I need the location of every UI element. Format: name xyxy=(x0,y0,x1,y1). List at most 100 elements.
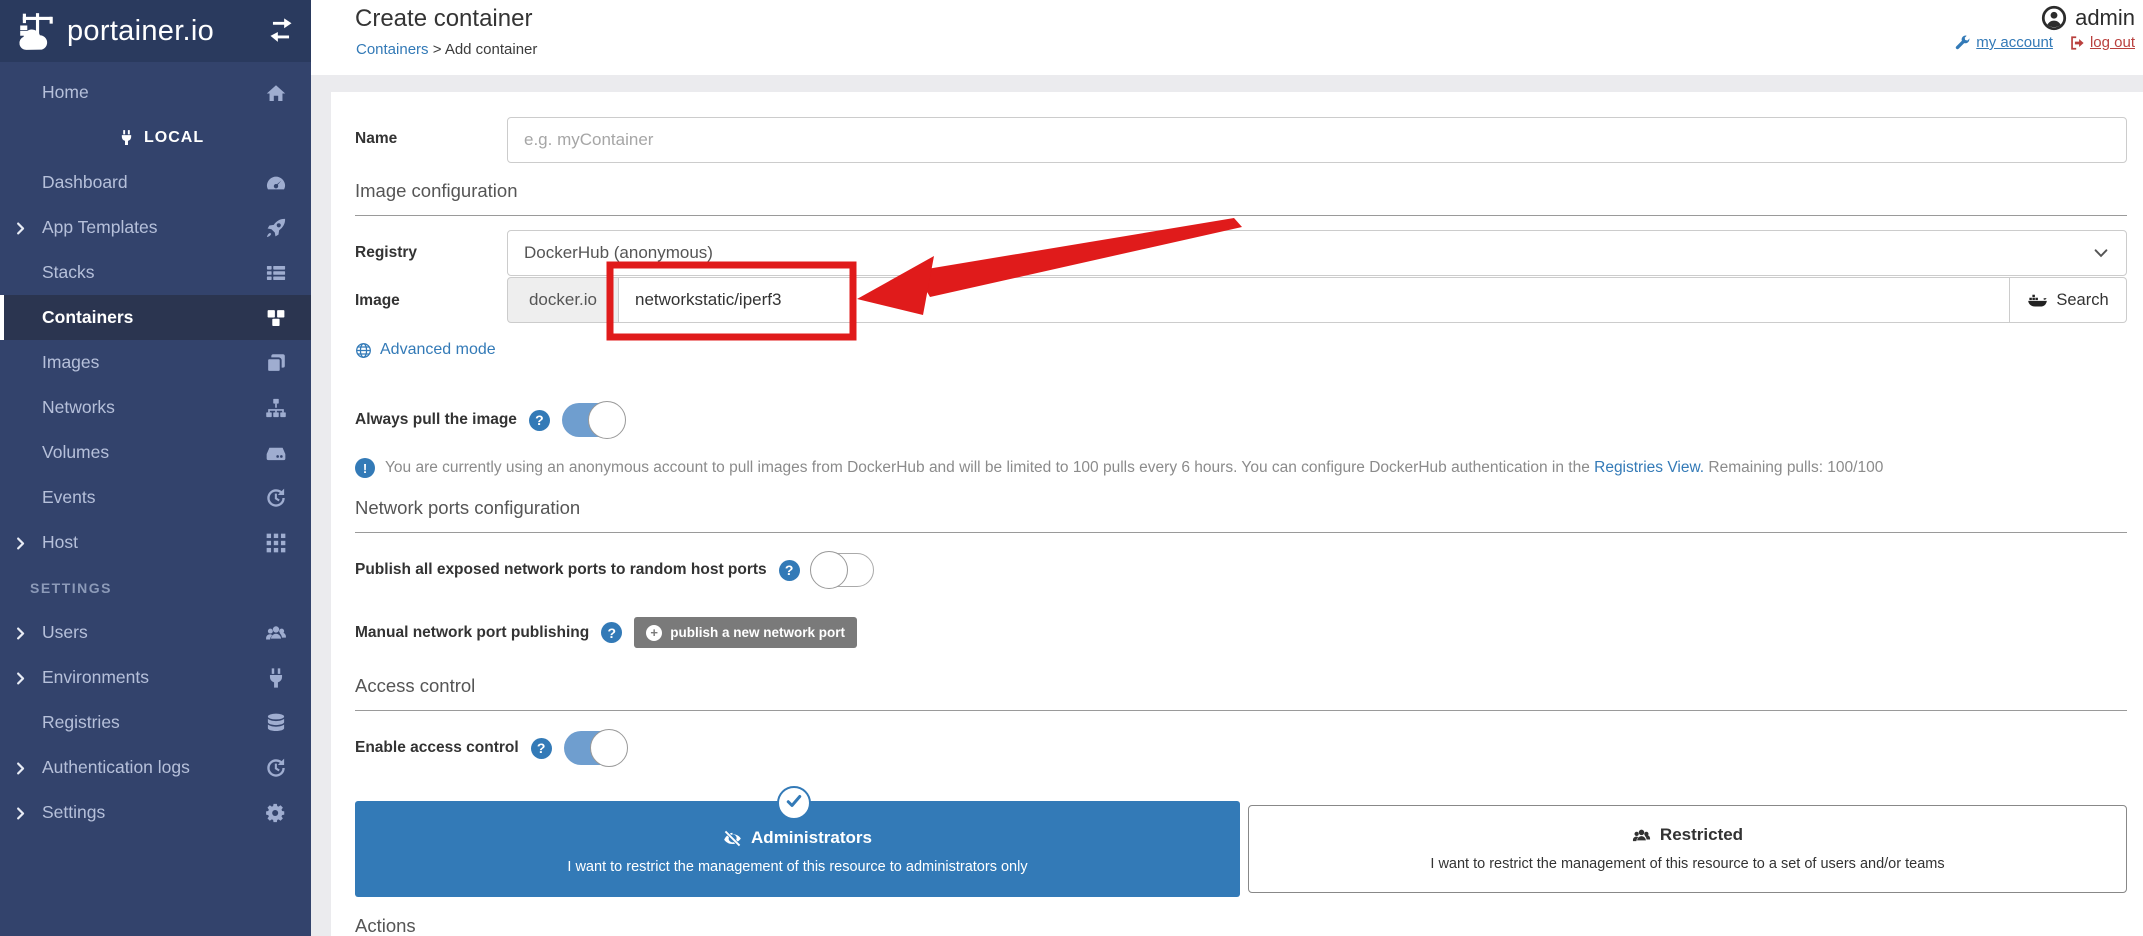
sidebar-item-containers[interactable]: Containers xyxy=(0,295,311,340)
network-ports-heading: Network ports configuration xyxy=(355,497,2127,533)
manual-port-row: Manual network port publishing ? + publi… xyxy=(355,617,857,648)
enable-access-row: Enable access control ? xyxy=(355,729,628,767)
image-name-input[interactable] xyxy=(619,277,2010,323)
my-account-link[interactable]: my account xyxy=(1955,34,2053,51)
sidebar-item-volumes[interactable]: Volumes xyxy=(0,430,311,475)
sidebar-item-registries[interactable]: Registries xyxy=(0,700,311,745)
sidebar-item-app-templates[interactable]: App Templates xyxy=(0,205,311,250)
history-icon xyxy=(265,757,287,779)
sidebar-item-label: Images xyxy=(42,352,100,372)
sitemap-icon xyxy=(265,397,287,419)
breadcrumb: Containers > Add container xyxy=(356,41,537,58)
sidebar-item-label: Users xyxy=(42,622,88,642)
selected-check-badge xyxy=(777,786,811,820)
user-box: admin my account log out xyxy=(1955,5,2135,51)
sidebar-menu: Home LOCAL Dashboard App Templates Stacks Con… xyxy=(0,62,311,835)
administrators-card-title: Administrators xyxy=(355,828,1240,848)
plug-icon xyxy=(118,129,135,146)
container-name-input[interactable] xyxy=(507,117,2127,163)
image-registry-prefix: docker.io xyxy=(507,277,619,323)
create-container-form: Name Image configuration Registry Docker… xyxy=(331,92,2143,936)
breadcrumb-separator: > xyxy=(432,41,442,58)
hdd-icon xyxy=(265,442,287,464)
home-icon xyxy=(265,82,287,104)
help-icon[interactable]: ? xyxy=(778,559,800,581)
registries-view-link[interactable]: Registries View. xyxy=(1594,459,1704,476)
globe-icon xyxy=(355,342,372,359)
portainer-create-container-page: portainer.io Home LOCAL Dashboard App Templ… xyxy=(0,0,2143,936)
sidebar-item-users[interactable]: Users xyxy=(0,610,311,655)
help-icon[interactable]: ? xyxy=(530,737,552,759)
page-header: Create container Containers > Add contai… xyxy=(311,0,2143,75)
access-option-restricted[interactable]: Restricted I want to restrict the manage… xyxy=(1248,805,2127,893)
sidebar-item-label: Registries xyxy=(42,712,120,732)
sidebar-item-images[interactable]: Images xyxy=(0,340,311,385)
always-pull-toggle[interactable] xyxy=(561,401,626,439)
chevron-right-icon xyxy=(13,670,28,685)
enable-access-label: Enable access control xyxy=(355,739,519,756)
always-pull-row: Always pull the image ? xyxy=(355,401,626,439)
sign-out-icon xyxy=(2069,35,2085,51)
restricted-card-title: Restricted xyxy=(1249,825,2126,845)
plug-icon xyxy=(265,667,287,689)
publish-all-toggle[interactable] xyxy=(809,551,874,589)
sidebar-collapse-icon[interactable] xyxy=(267,17,295,45)
advanced-mode-link[interactable]: Advanced mode xyxy=(355,341,496,359)
log-out-link[interactable]: log out xyxy=(2069,34,2135,51)
sidebar-item-label: Containers xyxy=(42,307,134,327)
sidebar-item-label: Authentication logs xyxy=(42,757,190,777)
registry-label: Registry xyxy=(355,244,418,261)
sidebar-item-networks[interactable]: Networks xyxy=(0,385,311,430)
sidebar-item-events[interactable]: Events xyxy=(0,475,311,520)
pull-limit-info: ! You are currently using an anonymous a… xyxy=(355,457,2143,478)
portainer-logo-icon xyxy=(16,10,58,52)
sidebar-logo-row: portainer.io xyxy=(0,0,311,62)
sidebar-item-authentication-logs[interactable]: Authentication logs xyxy=(0,745,311,790)
help-icon[interactable]: ? xyxy=(528,409,550,431)
sidebar-item-label: Events xyxy=(42,487,96,507)
always-pull-label: Always pull the image xyxy=(355,411,517,428)
user-line: admin xyxy=(1955,5,2135,31)
image-search-button[interactable]: Search xyxy=(2010,277,2127,323)
history-icon xyxy=(265,487,287,509)
breadcrumb-containers-link[interactable]: Containers xyxy=(356,41,429,58)
help-icon[interactable]: ? xyxy=(601,622,623,643)
sidebar-item-environments[interactable]: Environments xyxy=(0,655,311,700)
access-control-heading: Access control xyxy=(355,675,2127,711)
gears-icon xyxy=(265,802,287,824)
chevron-right-icon xyxy=(13,760,28,775)
chevron-down-icon xyxy=(2092,244,2110,262)
publish-new-port-button[interactable]: + publish a new network port xyxy=(634,617,857,648)
grid-icon xyxy=(265,532,287,554)
sidebar-item-label: App Templates xyxy=(42,217,158,237)
chevron-right-icon xyxy=(13,535,28,550)
restricted-card-description: I want to restrict the management of thi… xyxy=(1430,856,1945,872)
sidebar-item-settings[interactable]: Settings xyxy=(0,790,311,835)
publish-all-row: Publish all exposed network ports to ran… xyxy=(355,551,874,589)
content-area: Name Image configuration Registry Docker… xyxy=(311,75,2143,936)
sidebar-section-label: SETTINGS xyxy=(30,579,113,596)
sidebar-item-host[interactable]: Host xyxy=(0,520,311,565)
registry-selected-value: DockerHub (anonymous) xyxy=(524,243,713,262)
sidebar-item-label: Home xyxy=(42,82,89,102)
chevron-right-icon xyxy=(13,805,28,820)
username: admin xyxy=(2075,5,2135,30)
info-icon: ! xyxy=(355,458,375,478)
sidebar-item-dashboard[interactable]: Dashboard xyxy=(0,160,311,205)
database-icon xyxy=(265,712,287,734)
registry-select[interactable]: DockerHub (anonymous) xyxy=(507,230,2127,276)
image-label: Image xyxy=(355,292,400,309)
rocket-icon xyxy=(265,217,287,239)
name-label: Name xyxy=(355,130,398,147)
sidebar-item-label: Stacks xyxy=(42,262,95,282)
sidebar-item-home[interactable]: Home xyxy=(0,70,311,115)
sidebar-item-stacks[interactable]: Stacks xyxy=(0,250,311,295)
sidebar-item-label: Settings xyxy=(42,802,106,822)
chevron-right-icon xyxy=(13,220,28,235)
publish-all-label: Publish all exposed network ports to ran… xyxy=(355,561,767,578)
enable-access-toggle[interactable] xyxy=(563,729,628,767)
administrators-card-description: I want to restrict the management of thi… xyxy=(567,859,1028,875)
layers-icon xyxy=(265,352,287,374)
plus-circle-icon: + xyxy=(646,624,663,641)
sidebar-item-label: Dashboard xyxy=(42,172,128,192)
